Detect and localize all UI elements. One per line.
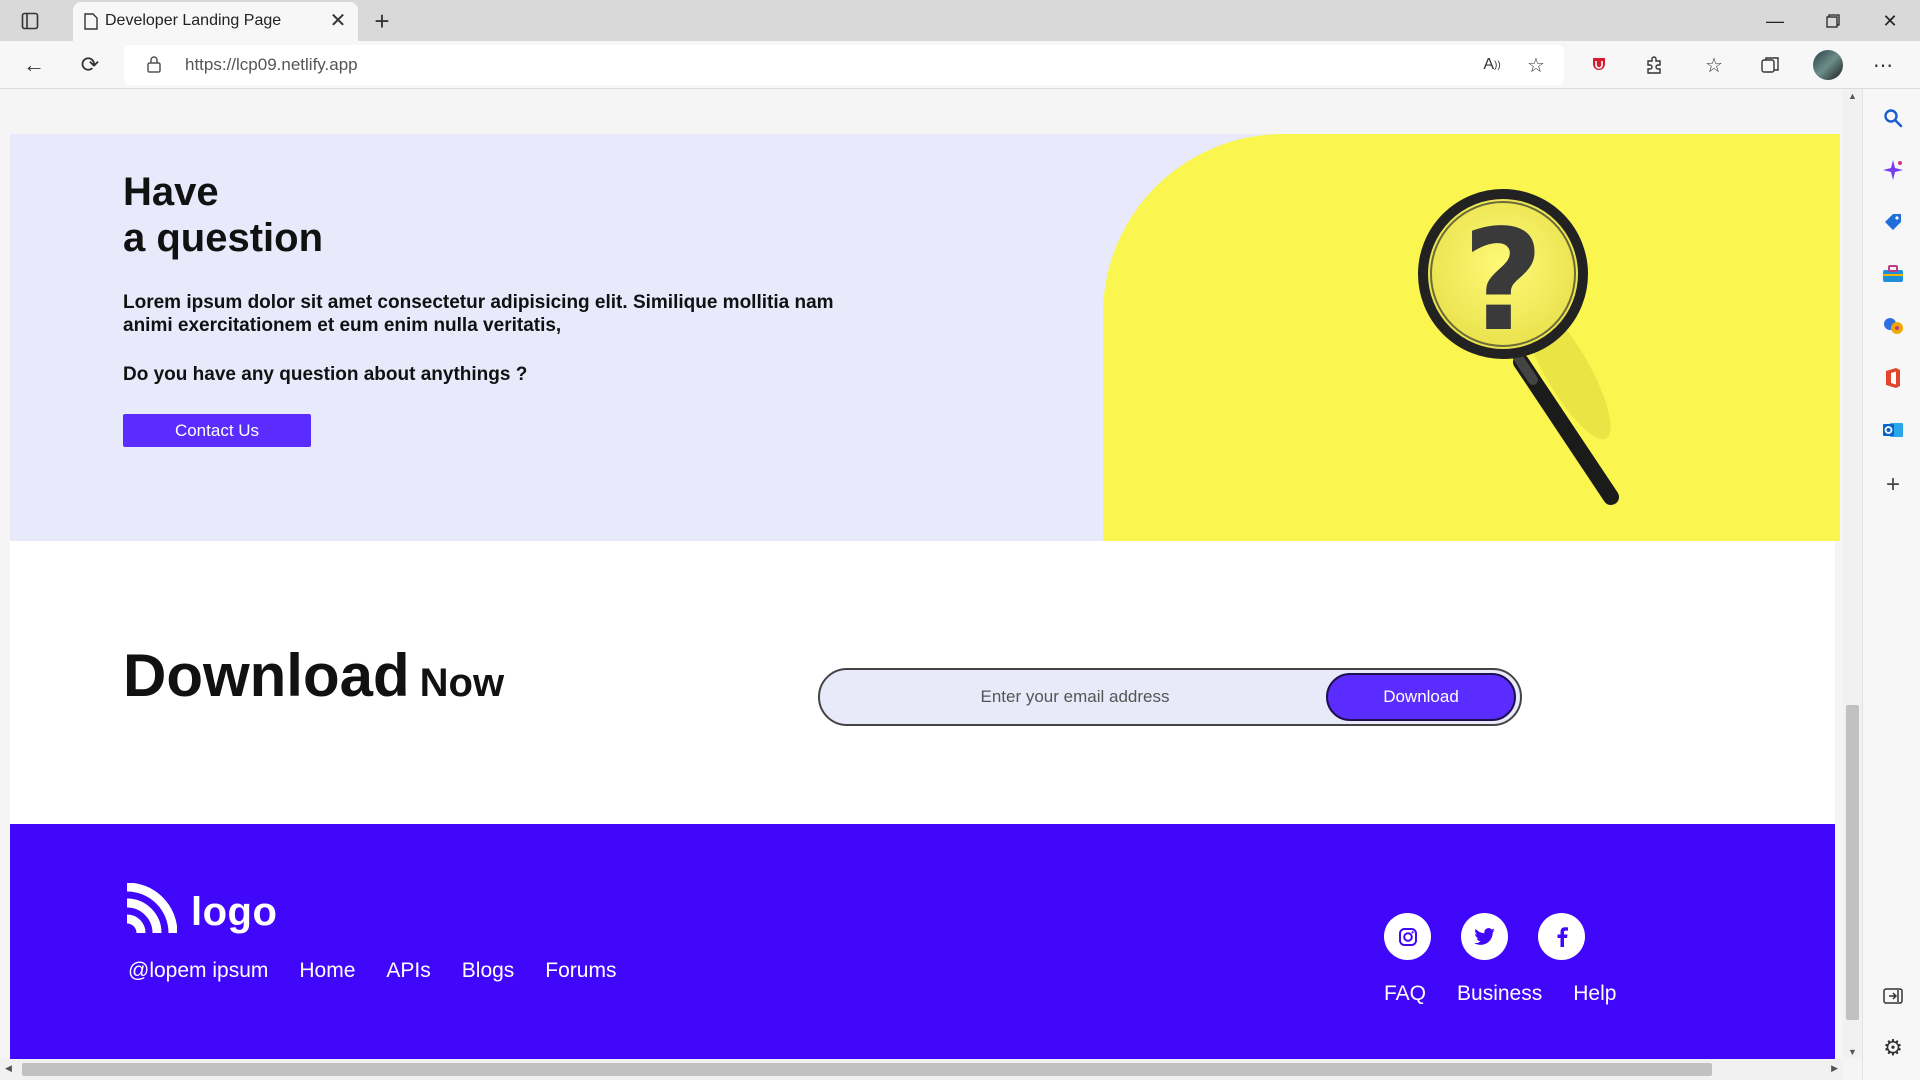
office-icon[interactable] (1880, 365, 1906, 391)
horizontal-scroll-thumb[interactable] (22, 1063, 1712, 1076)
refresh-icon[interactable]: ⟳ (74, 49, 106, 81)
tools-icon[interactable] (1880, 261, 1906, 287)
browser-tab-bar: Developer Landing Page ✕ + — ✕ (0, 0, 1920, 41)
download-title-big: Download (123, 642, 410, 709)
download-button[interactable]: Download (1326, 673, 1516, 721)
footer-link-apis[interactable]: APIs (386, 959, 430, 983)
footer-link-faq[interactable]: FAQ (1384, 982, 1426, 1006)
question-prompt: Do you have any question about anythings… (123, 364, 528, 385)
restore-icon[interactable] (1813, 6, 1853, 36)
rss-logo-icon (123, 882, 178, 942)
close-window-icon[interactable]: ✕ (1870, 6, 1910, 36)
download-section: DownloadNow Download (10, 541, 1835, 824)
lock-icon (146, 54, 166, 76)
social-links (1384, 913, 1585, 960)
add-icon[interactable]: + (1880, 471, 1906, 498)
search-icon[interactable] (1880, 105, 1906, 131)
address-bar[interactable]: https://lcp09.netlify.app A)) ☆ (124, 45, 1564, 85)
download-form: Download (818, 668, 1522, 726)
email-field[interactable] (850, 676, 1300, 718)
url-text[interactable]: https://lcp09.netlify.app (185, 55, 358, 75)
profile-avatar[interactable] (1812, 49, 1844, 81)
question-title-line2: a question (123, 216, 324, 260)
vertical-scroll-thumb[interactable] (1846, 705, 1859, 1020)
magnifier-question-icon: ? (1418, 189, 1619, 505)
split-screen-icon[interactable] (1880, 983, 1906, 1009)
footer-link-business[interactable]: Business (1457, 982, 1542, 1006)
extensions-icon[interactable] (1638, 49, 1670, 81)
footer-link-forums[interactable]: Forums (545, 959, 616, 983)
browser-toolbar: ← ⟳ https://lcp09.netlify.app A)) ☆ ☆ ⋯ (0, 41, 1920, 89)
close-icon[interactable]: ✕ (326, 9, 350, 33)
facebook-icon[interactable] (1538, 913, 1585, 960)
tab-developer-landing-page[interactable]: Developer Landing Page ✕ (73, 2, 358, 41)
footer-link-handle[interactable]: @lopem ipsum (128, 959, 268, 983)
shopping-tag-icon[interactable] (1880, 209, 1906, 235)
question-title-line1: Have (123, 170, 219, 214)
collections-icon[interactable] (1754, 49, 1786, 81)
question-description: Lorem ipsum dolor sit amet consectetur a… (123, 292, 834, 336)
contact-us-button[interactable]: Contact Us (123, 414, 311, 447)
scroll-down-icon[interactable]: ▼ (1848, 1047, 1857, 1057)
footer-link-blogs[interactable]: Blogs (462, 959, 515, 983)
more-icon[interactable]: ⋯ (1867, 49, 1899, 81)
question-title: Have a question (123, 169, 323, 261)
footer-nav: @lopem ipsum Home APIs Blogs Forums (128, 959, 616, 983)
footer-nav-secondary: FAQ Business Help (1384, 982, 1616, 1006)
tab-actions-icon[interactable] (18, 9, 42, 33)
footer-link-help[interactable]: Help (1573, 982, 1616, 1006)
edge-sidebar: + ⚙ (1862, 89, 1920, 1080)
extension-shield-icon[interactable] (1583, 49, 1615, 81)
copilot-icon[interactable] (1880, 157, 1906, 183)
download-title-small: Now (419, 661, 505, 705)
footer: logo @lopem ipsum Home APIs Blogs Forums… (10, 824, 1835, 1059)
add-favorite-icon[interactable]: ☆ (1520, 49, 1552, 81)
minimize-icon[interactable]: — (1755, 6, 1795, 36)
scroll-up-icon[interactable]: ▲ (1848, 91, 1857, 101)
svg-text:?: ? (1462, 200, 1543, 363)
settings-icon[interactable]: ⚙ (1880, 1035, 1906, 1061)
logo-text: logo (191, 889, 278, 934)
scroll-right-icon[interactable]: ▶ (1831, 1063, 1838, 1074)
favorites-icon[interactable]: ☆ (1698, 49, 1730, 81)
twitter-icon[interactable] (1461, 913, 1508, 960)
page-icon (83, 12, 99, 30)
question-image: ? (1103, 134, 1840, 541)
instagram-icon[interactable] (1384, 913, 1431, 960)
web-page: Have a question Lorem ipsum dolor sit am… (0, 89, 1843, 1059)
scroll-left-icon[interactable]: ◀ (5, 1063, 12, 1074)
tab-title: Developer Landing Page (105, 12, 282, 29)
read-aloud-icon[interactable]: A)) (1476, 49, 1508, 81)
question-section: Have a question Lorem ipsum dolor sit am… (10, 134, 1840, 541)
new-tab-icon[interactable]: + (367, 6, 397, 36)
back-icon[interactable]: ← (18, 49, 50, 81)
footer-logo[interactable]: logo (123, 882, 278, 942)
footer-link-home[interactable]: Home (299, 959, 355, 983)
download-title: Download Now (123, 641, 504, 710)
games-icon[interactable] (1880, 313, 1906, 339)
outlook-icon[interactable] (1880, 417, 1906, 443)
